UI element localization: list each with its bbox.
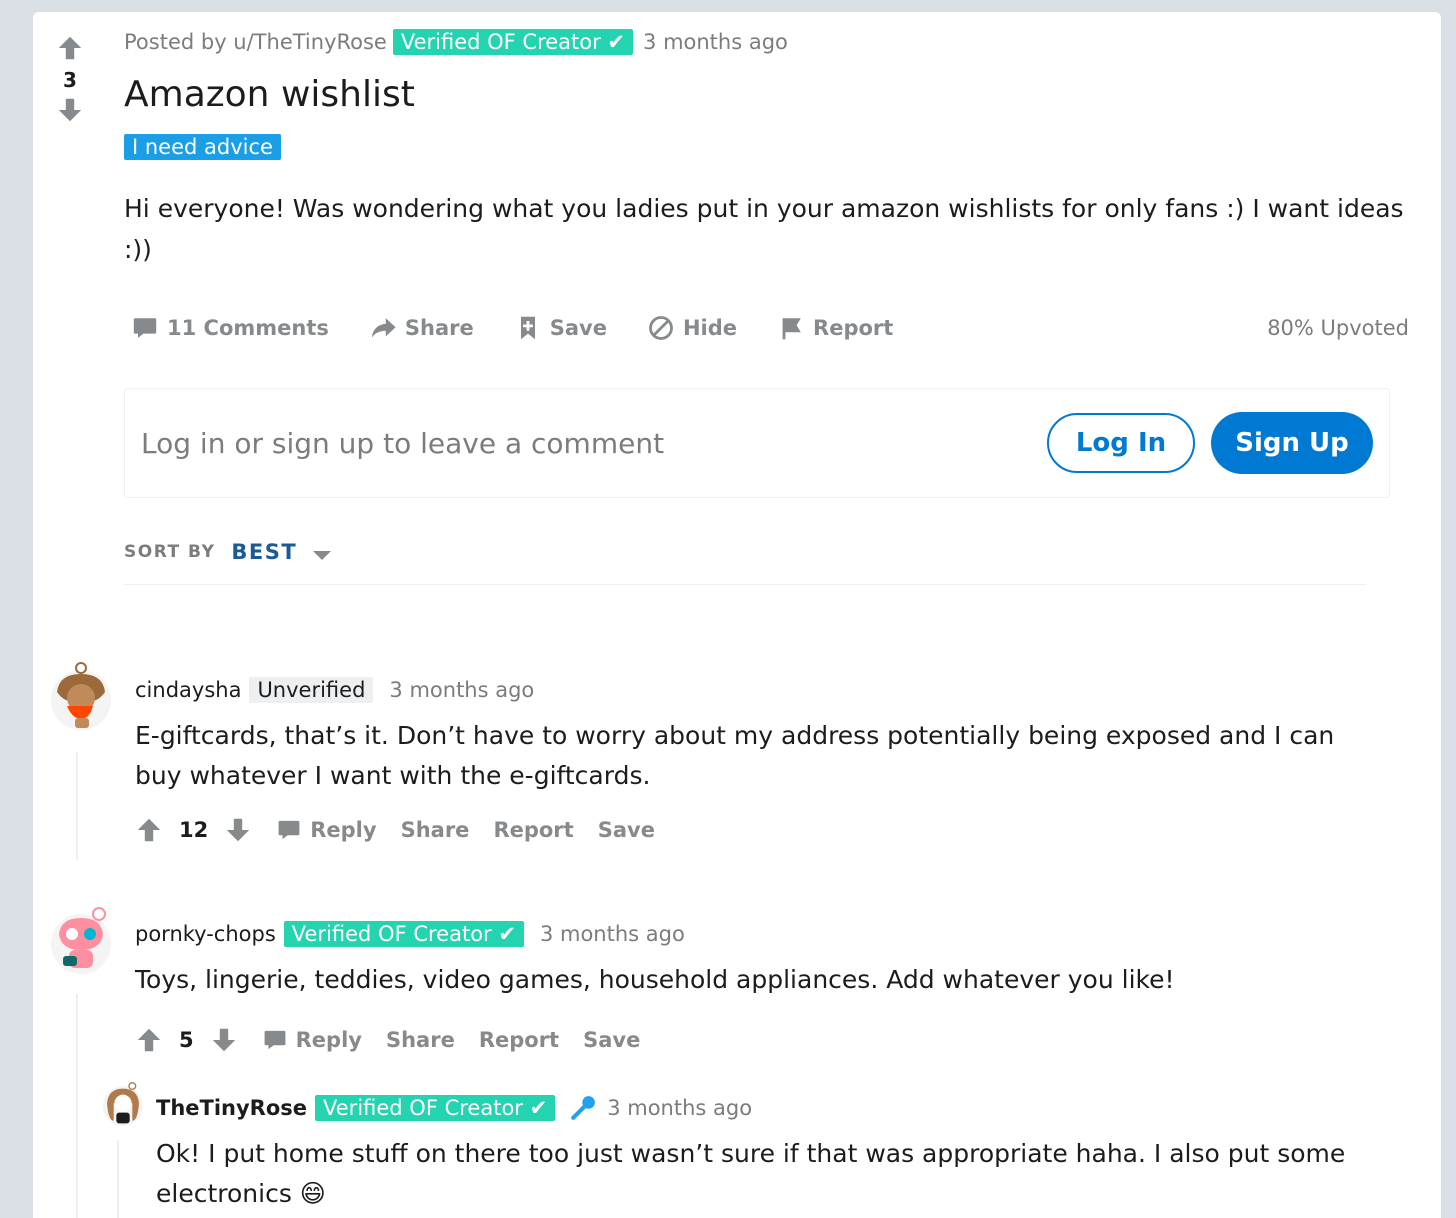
avatar[interactable]: [51, 662, 111, 732]
downvote-arrow-icon[interactable]: [53, 96, 87, 124]
upvoted-ratio: 80% Upvoted: [1267, 316, 1409, 340]
avatar[interactable]: [103, 1080, 143, 1128]
save-button[interactable]: Save: [598, 818, 655, 842]
log-in-button[interactable]: Log In: [1047, 413, 1195, 473]
comment-body: E-giftcards, that’s it. Don’t have to wo…: [135, 721, 1335, 790]
post-vote-column: 3: [53, 34, 87, 124]
login-prompt-text: Log in or sign up to leave a comment: [141, 426, 665, 460]
reply-label: Reply: [295, 1028, 362, 1052]
save-button[interactable]: Save: [514, 314, 607, 342]
comment-time[interactable]: 3 months ago: [540, 922, 685, 946]
comment-icon: [278, 820, 300, 840]
user-flair: Verified OF Creator ✔: [283, 921, 524, 947]
sort-dropdown[interactable]: SORT BY BEST: [124, 536, 332, 568]
save-label: Save: [549, 316, 607, 340]
report-button[interactable]: Report: [479, 1028, 559, 1052]
post-score: 3: [63, 68, 77, 92]
share-button[interactable]: Share: [401, 818, 470, 842]
save-button[interactable]: Save: [583, 1028, 640, 1052]
comment-username[interactable]: pornky-chops: [135, 922, 276, 946]
posted-by[interactable]: Posted by u/TheTinyRose: [124, 30, 387, 54]
comment-icon: [264, 1030, 286, 1050]
post-content: Posted by u/TheTinyRose Verified OF Crea…: [124, 26, 1414, 270]
comments-label: 11 Comments: [167, 316, 329, 340]
hide-button[interactable]: Hide: [647, 314, 737, 342]
reply-button[interactable]: Reply: [276, 817, 377, 843]
comment-actions: 12 Reply Share Report Save: [135, 810, 1375, 850]
comment-body: Ok! I put home stuff on there too just w…: [156, 1139, 1346, 1208]
comment-meta: TheTinyRose Verified OF Creator ✔ 3 mont…: [156, 1092, 1386, 1124]
microphone-icon: [571, 1096, 596, 1120]
reply-button[interactable]: Reply: [262, 1027, 362, 1053]
divider: [124, 584, 1366, 585]
hide-icon: [649, 316, 673, 340]
downvote-arrow-icon[interactable]: [224, 816, 252, 844]
comment-actions: 5 Reply Share Report Save: [135, 1020, 1375, 1060]
author-flair: Verified OF Creator ✔: [392, 29, 634, 55]
reply-label: Reply: [310, 818, 377, 842]
post-meta: Posted by u/TheTinyRose Verified OF Crea…: [124, 26, 1414, 58]
post-card: 3 Posted by u/TheTinyRose Verified OF Cr…: [33, 12, 1441, 1218]
comment-time[interactable]: 3 months ago: [389, 678, 534, 702]
post-title: Amazon wishlist: [124, 74, 415, 115]
thread-line[interactable]: [76, 752, 78, 860]
thread-line[interactable]: [117, 1140, 119, 1218]
sort-label: SORT BY: [124, 542, 216, 562]
comments-button[interactable]: 11 Comments: [131, 314, 329, 342]
user-flair: Verified OF Creator ✔: [315, 1095, 556, 1121]
comment-username[interactable]: TheTinyRose: [156, 1096, 307, 1120]
comment-body: Toys, lingerie, teddies, video games, ho…: [135, 965, 1175, 994]
comment-score: 5: [179, 1028, 194, 1052]
hide-label: Hide: [682, 316, 738, 340]
comment-icon: [133, 318, 157, 338]
comment: pornky-chops Verified OF Creator ✔ 3 mon…: [135, 918, 1375, 1060]
avatar[interactable]: [51, 906, 111, 976]
comment-time[interactable]: 3 months ago: [607, 1096, 752, 1120]
comment: cindaysha Unverified 3 months ago E-gift…: [135, 674, 1375, 850]
chevron-down-icon: [313, 550, 332, 560]
post-time[interactable]: 3 months ago: [643, 30, 788, 54]
comment-login-box: Log in or sign up to leave a comment Log…: [124, 388, 1390, 498]
comment-meta: pornky-chops Verified OF Creator ✔ 3 mon…: [135, 918, 1375, 950]
comment-score: 12: [179, 818, 209, 842]
upvote-arrow-icon[interactable]: [135, 1026, 163, 1054]
post-actions: 11 Comments Share Save Hide Report 80% U…: [131, 308, 1421, 348]
comment: TheTinyRose Verified OF Creator ✔ 3 mont…: [156, 1092, 1386, 1214]
sign-up-button[interactable]: Sign Up: [1211, 412, 1373, 474]
share-button[interactable]: Share: [369, 314, 474, 342]
share-label: Share: [404, 316, 474, 340]
post-flair[interactable]: I need advice: [124, 134, 281, 160]
share-button[interactable]: Share: [386, 1028, 455, 1052]
report-button[interactable]: Report: [777, 314, 893, 342]
downvote-arrow-icon[interactable]: [210, 1026, 238, 1054]
post-body: Hi everyone! Was wondering what you ladi…: [124, 194, 1404, 264]
upvote-arrow-icon[interactable]: [135, 816, 163, 844]
comment-meta: cindaysha Unverified 3 months ago: [135, 674, 1375, 706]
user-flair: Unverified: [249, 677, 374, 703]
share-icon: [371, 318, 396, 338]
sort-value: BEST: [231, 540, 298, 564]
report-label: Report: [813, 316, 894, 340]
comment-username[interactable]: cindaysha: [135, 678, 241, 702]
upvote-arrow-icon[interactable]: [53, 34, 87, 62]
bookmark-icon: [520, 316, 535, 340]
report-button[interactable]: Report: [493, 818, 573, 842]
thread-line[interactable]: [76, 994, 78, 1218]
flag-icon: [782, 318, 801, 340]
